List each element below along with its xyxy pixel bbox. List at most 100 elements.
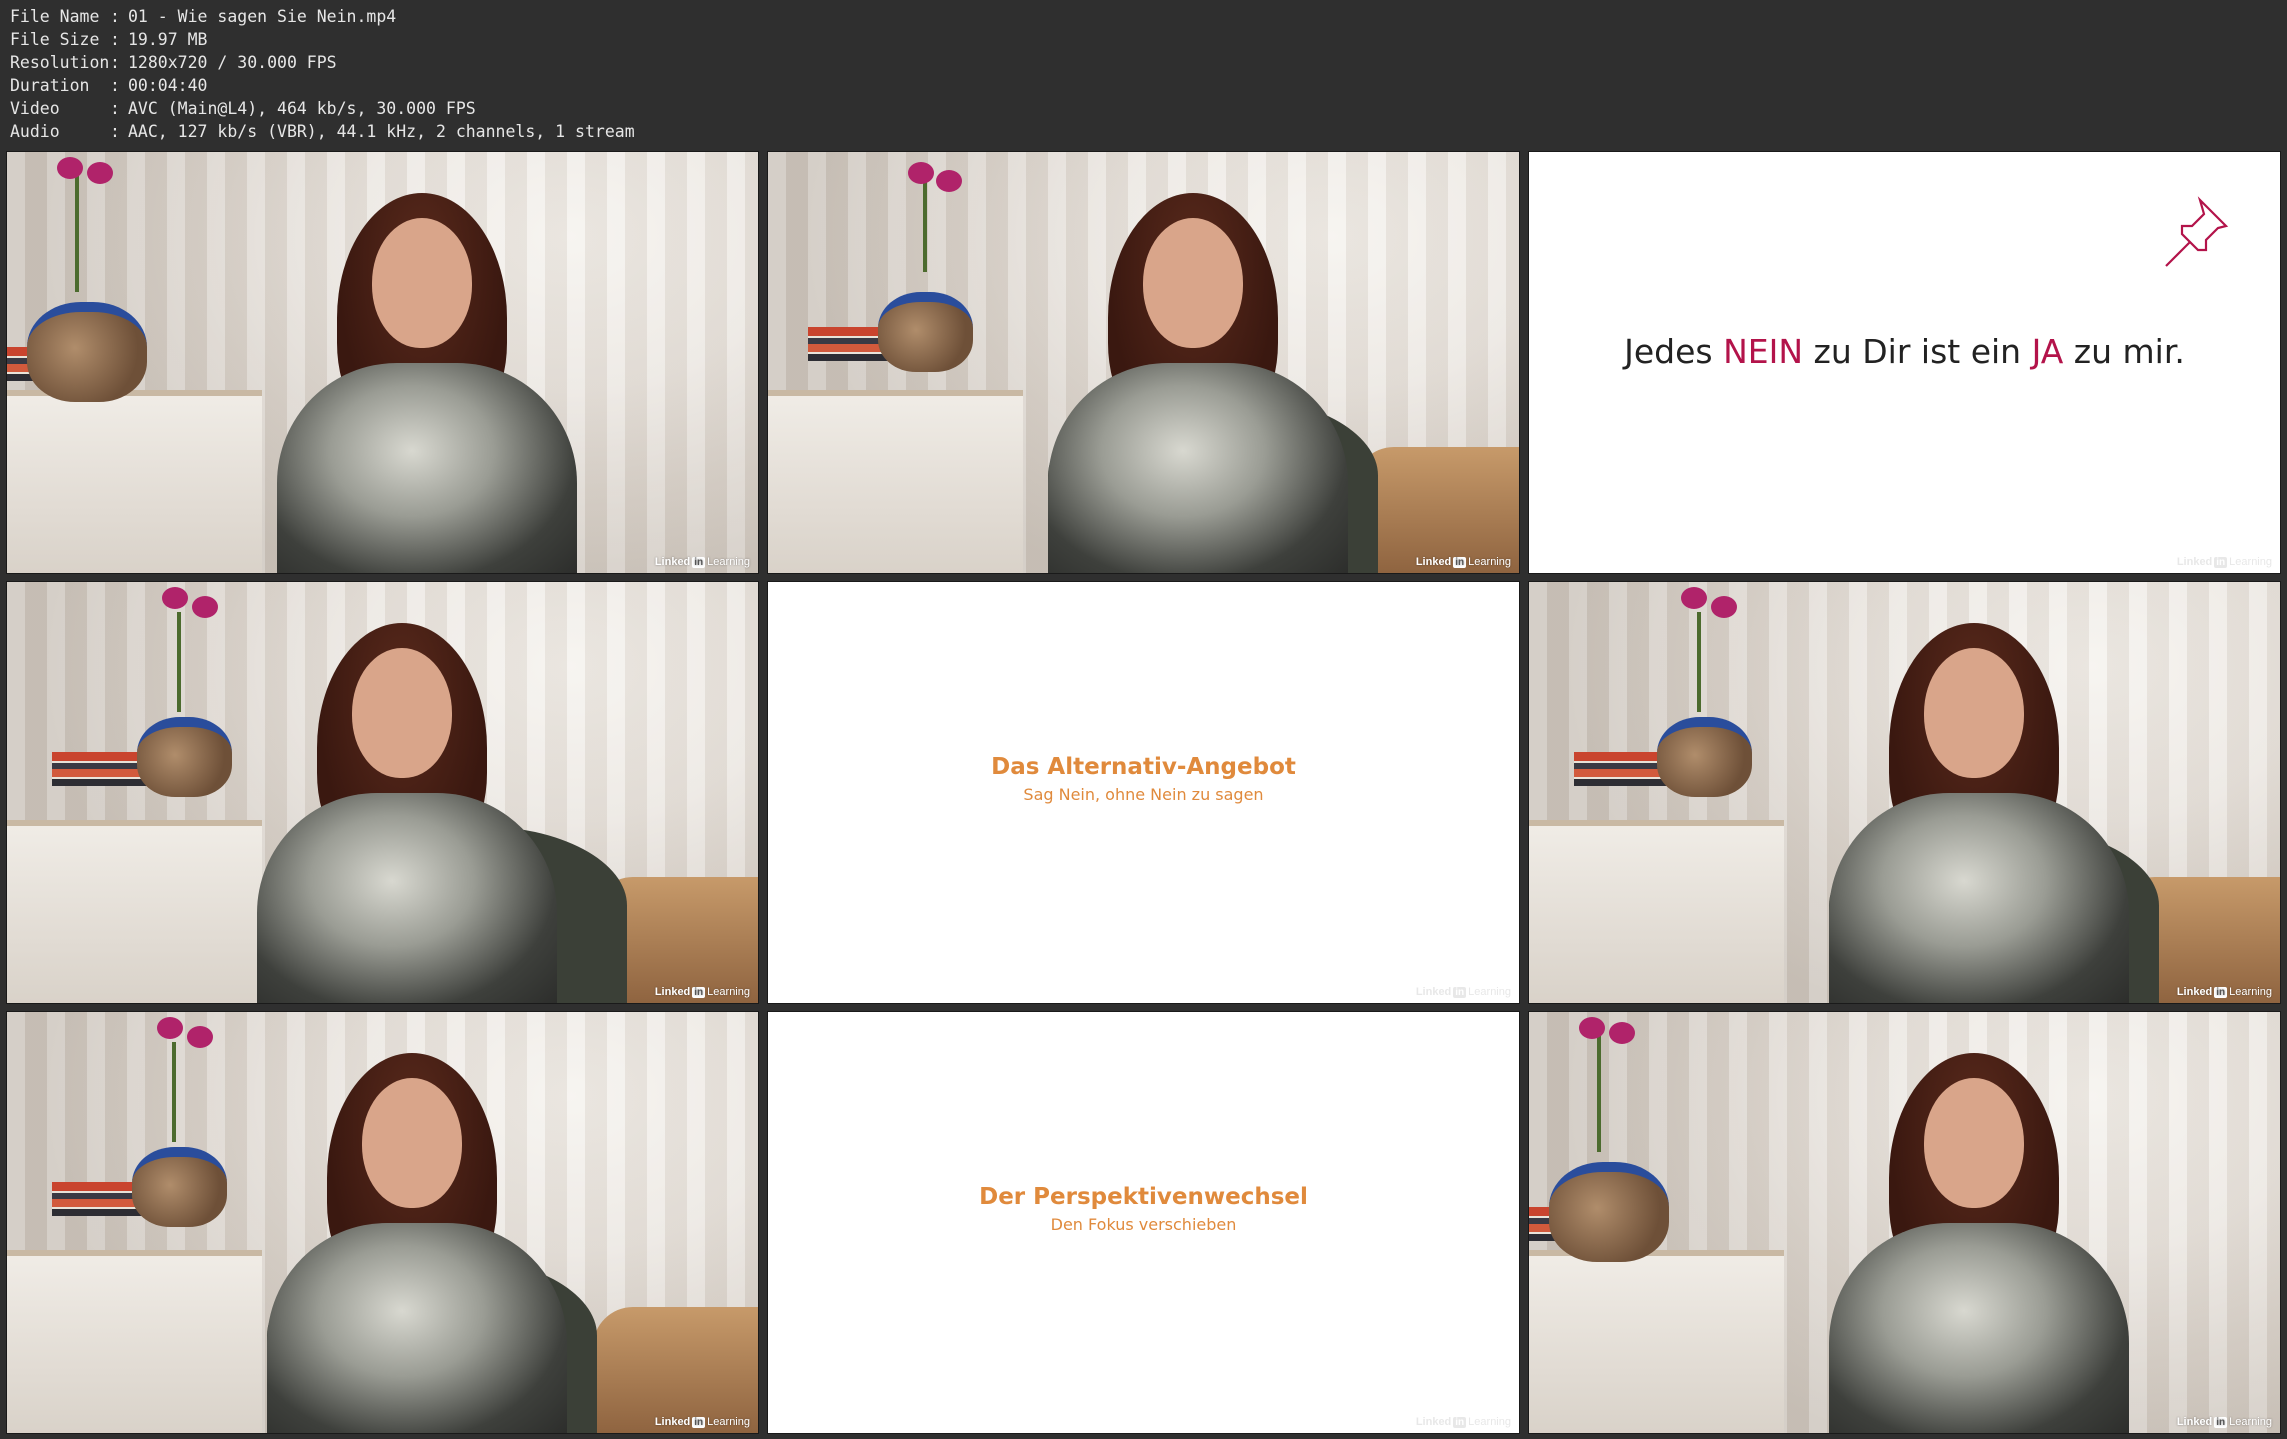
orchid-flower	[936, 170, 962, 192]
info-row-duration: Duration:00:04:40	[10, 74, 635, 97]
orchid-flower	[192, 596, 218, 618]
orchid-flower	[1579, 1017, 1605, 1039]
orchid-stem	[1697, 612, 1701, 712]
presenter-face	[1143, 218, 1243, 348]
thumbnail-4[interactable]: Linked in Learning	[6, 581, 759, 1004]
quote-part: Jedes	[1624, 332, 1724, 371]
vase	[132, 1147, 227, 1227]
shelf	[1529, 1250, 1785, 1433]
linkedin-learning-logo: Linked in Learning	[1416, 1416, 1511, 1428]
vase	[1657, 717, 1752, 797]
presenter	[1829, 593, 2129, 1003]
info-row-file-name: File Name:01 - Wie sagen Sie Nein.mp4	[10, 5, 635, 28]
shelf	[7, 820, 263, 1003]
slide-title: Das Alternativ-Angebot	[991, 754, 1296, 780]
info-separator: :	[110, 99, 120, 118]
vase	[878, 292, 973, 372]
logo-learning: Learning	[707, 1416, 750, 1428]
info-separator: :	[110, 76, 120, 95]
logo-learning: Learning	[1468, 986, 1511, 998]
shelf	[7, 1250, 263, 1433]
logo-in: in	[1453, 1416, 1467, 1428]
presenter-dress	[1048, 363, 1348, 573]
info-value: AAC, 127 kb/s (VBR), 44.1 kHz, 2 channel…	[128, 122, 635, 141]
info-key: Resolution	[10, 53, 110, 72]
presenter-dress	[257, 793, 557, 1003]
slide-subtitle: Den Fokus verschieben	[1050, 1215, 1237, 1234]
pushpin-icon	[2165, 196, 2229, 267]
logo-learning: Learning	[2229, 1416, 2272, 1428]
thumbnail-1[interactable]: Linked in Learning	[6, 151, 759, 574]
vase	[1549, 1162, 1669, 1262]
presenter	[277, 163, 577, 573]
presenter-face	[352, 648, 452, 778]
vase	[27, 302, 147, 402]
logo-learning: Learning	[1468, 1416, 1511, 1428]
presenter-dress	[1829, 793, 2129, 1003]
logo-brand: Linked	[654, 556, 691, 568]
logo-in: in	[2214, 1416, 2228, 1428]
info-separator: :	[110, 122, 120, 141]
info-key: Duration	[10, 76, 90, 95]
thumbnail-6[interactable]: Linked in Learning	[1528, 581, 2281, 1004]
presenter-face	[1924, 648, 2024, 778]
logo-learning: Learning	[707, 986, 750, 998]
presenter	[1048, 163, 1348, 573]
orchid-flower	[1711, 596, 1737, 618]
logo-in: in	[692, 1416, 706, 1428]
info-separator: :	[110, 53, 120, 72]
info-key: Video	[10, 99, 60, 118]
linkedin-learning-logo: Linked in Learning	[2177, 556, 2272, 568]
orchid-flower	[908, 162, 934, 184]
logo-in: in	[2214, 986, 2228, 998]
orchid-stem	[1597, 1032, 1601, 1152]
side-table	[1353, 446, 1519, 573]
logo-in: in	[1453, 986, 1467, 998]
presenter	[267, 1023, 567, 1433]
info-key: Audio	[10, 122, 60, 141]
quote-part: zu mir.	[2063, 332, 2185, 371]
linkedin-learning-logo: Linked in Learning	[1416, 556, 1511, 568]
presenter-face	[1924, 1078, 2024, 1208]
shelf	[1529, 820, 1785, 1003]
logo-brand: Linked	[1415, 556, 1452, 568]
logo-learning: Learning	[2229, 556, 2272, 568]
logo-in: in	[1453, 556, 1467, 568]
orchid-flower	[157, 1017, 183, 1039]
presenter-face	[362, 1078, 462, 1208]
info-key: File Size	[10, 30, 100, 49]
info-row-resolution: Resolution:1280x720 / 30.000 FPS	[10, 51, 635, 74]
logo-learning: Learning	[1468, 556, 1511, 568]
info-row-file-size: File Size:19.97 MB	[10, 28, 635, 51]
logo-brand: Linked	[2176, 556, 2213, 568]
thumbnail-2[interactable]: Linked in Learning	[767, 151, 1520, 574]
thumbnail-7[interactable]: Linked in Learning	[6, 1011, 759, 1434]
linkedin-learning-logo: Linked in Learning	[2177, 1416, 2272, 1428]
orchid-flower	[1609, 1022, 1635, 1044]
presenter-dress	[267, 1223, 567, 1433]
info-value: 00:04:40	[128, 76, 208, 95]
info-value: 1280x720 / 30.000 FPS	[128, 53, 337, 72]
info-key: File Name	[10, 7, 100, 26]
linkedin-learning-logo: Linked in Learning	[655, 556, 750, 568]
thumbnail-3-quote-slide[interactable]: Jedes NEIN zu Dir ist ein JA zu mir. Lin…	[1528, 151, 2281, 574]
file-info-panel: File Name:01 - Wie sagen Sie Nein.mp4 Fi…	[10, 5, 635, 143]
logo-in: in	[692, 986, 706, 998]
info-row-video: Video: AVC (Main@L4), 464 kb/s, 30.000 FP…	[10, 97, 635, 120]
orchid-stem	[75, 172, 79, 292]
logo-in: in	[692, 556, 706, 568]
orchid-stem	[172, 1042, 176, 1142]
presenter-dress	[1829, 1223, 2129, 1433]
thumbnail-9[interactable]: Linked in Learning	[1528, 1011, 2281, 1434]
orchid-stem	[177, 612, 181, 712]
info-row-audio: Audio: AAC, 127 kb/s (VBR), 44.1 kHz, 2 c…	[10, 120, 635, 143]
linkedin-learning-logo: Linked in Learning	[1416, 986, 1511, 998]
vase	[137, 717, 232, 797]
logo-brand: Linked	[2176, 986, 2213, 998]
thumbnail-5-title-slide[interactable]: Das Alternativ-Angebot Sag Nein, ohne Ne…	[767, 581, 1520, 1004]
thumbnail-8-title-slide[interactable]: Der Perspektivenwechsel Den Fokus versch…	[767, 1011, 1520, 1434]
quote-part: zu Dir ist ein	[1803, 332, 2032, 371]
orchid-flower	[87, 162, 113, 184]
orchid-flower	[1681, 587, 1707, 609]
logo-learning: Learning	[707, 556, 750, 568]
